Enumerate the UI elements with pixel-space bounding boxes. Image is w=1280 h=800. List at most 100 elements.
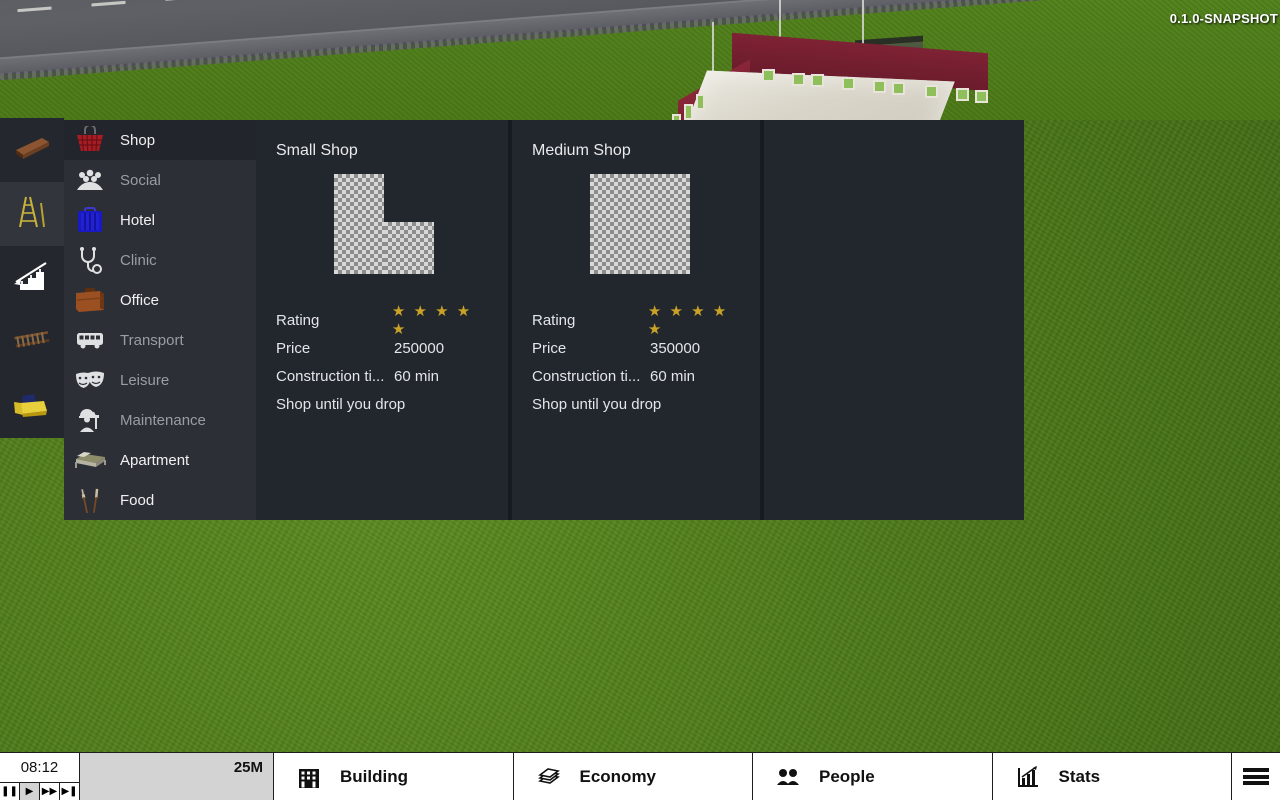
category-item-label: Office [120, 291, 159, 309]
category-item-leisure[interactable]: Leisure [64, 360, 256, 400]
price-row: Price 350000 [532, 334, 748, 362]
construction-time-value: 60 min [394, 367, 440, 385]
worker-icon [72, 404, 108, 436]
stairs-icon [12, 260, 52, 297]
beam-tool[interactable] [0, 118, 64, 182]
bottom-toolbar[interactable]: 08:12 ❚❚ ▶ ▶▶ ▶❚ 25M Building Economy Pe… [0, 752, 1280, 800]
rating-label: Rating [532, 311, 576, 329]
ladder-tool[interactable] [0, 182, 64, 246]
money-stack-icon [536, 764, 562, 790]
category-item-label: Clinic [120, 251, 157, 269]
building-window [762, 69, 775, 82]
steel-beam-icon [12, 134, 52, 167]
building-window [792, 73, 805, 86]
category-item-hotel[interactable]: Hotel [64, 200, 256, 240]
price-row: Price 250000 [276, 334, 492, 362]
building-window [925, 85, 938, 98]
building-window [956, 88, 969, 101]
card-thumbnail [276, 174, 492, 282]
pause-button[interactable]: ❚❚ [0, 783, 20, 800]
tab-people[interactable]: People [753, 753, 993, 800]
fast-forward-button[interactable]: ▶▶ [40, 783, 60, 800]
briefcase-icon [72, 284, 108, 316]
price-label: Price [532, 339, 567, 357]
construction-time-label: Construction ti... [276, 367, 385, 385]
rating-stars: ★ ★ ★ ★ ★ [647, 303, 729, 338]
hamburger-bar [1243, 768, 1269, 772]
building-window [811, 74, 824, 87]
construction-time-label: Construction ti... [532, 367, 641, 385]
track-tool[interactable] [0, 310, 64, 374]
building-window [975, 90, 988, 103]
version-label: 0.1.0-SNAPSHOT [1169, 11, 1278, 26]
rating-row: Rating ★ ★ ★ ★ ★ [276, 303, 492, 338]
people-icon [775, 764, 801, 790]
game-clock: 08:12 [0, 753, 79, 782]
ladder-icon [17, 195, 47, 234]
bus-icon [72, 324, 108, 356]
category-item-label: Transport [120, 331, 184, 349]
price-value: 350000 [650, 339, 701, 357]
card-thumbnail [532, 174, 748, 282]
stethoscope-icon [72, 244, 108, 276]
stairs-tool[interactable] [0, 246, 64, 310]
rating-label: Rating [276, 311, 320, 329]
category-item-label: Leisure [120, 371, 170, 389]
catalog-card[interactable]: Small Shop Rating ★ ★ ★ ★ ★ Price 250000… [256, 120, 512, 520]
tab-stats[interactable]: Stats [992, 753, 1232, 800]
tab-stats-label: Stats [1058, 766, 1101, 786]
building-window [873, 80, 886, 93]
category-item-clinic[interactable]: Clinic [64, 240, 256, 280]
category-item-maintenance[interactable]: Maintenance [64, 400, 256, 440]
category-item-transport[interactable]: Transport [64, 320, 256, 360]
shopping-basket-icon [72, 124, 108, 156]
speed-controls[interactable]: ❚❚ ▶ ▶▶ ▶❚ [0, 782, 79, 800]
category-item-social[interactable]: Social [64, 160, 256, 200]
bulldozer-icon [12, 389, 52, 424]
cutlery-icon [72, 484, 108, 516]
building-window [696, 94, 705, 110]
tab-people-label: People [819, 766, 875, 786]
bulldozer-tool[interactable] [0, 374, 64, 438]
construction-time-value: 60 min [650, 367, 696, 385]
construction-time-row: Construction ti... 60 min [532, 362, 748, 390]
building-window [892, 82, 905, 95]
category-item-label: Food [120, 491, 155, 509]
price-value: 250000 [394, 339, 445, 357]
bed-icon [72, 444, 108, 476]
tool-rail[interactable] [0, 118, 64, 438]
category-item-office[interactable]: Office [64, 280, 256, 320]
category-item-label: Social [120, 171, 161, 189]
category-item-label: Shop [120, 131, 156, 149]
price-label: Price [276, 339, 311, 357]
building-catalog-panel[interactable]: Small Shop Rating ★ ★ ★ ★ ★ Price 250000… [256, 120, 1024, 520]
category-item-apartment[interactable]: Apartment [64, 440, 256, 480]
category-item-label: Maintenance [120, 411, 206, 429]
catalog-card[interactable]: Medium Shop Rating ★ ★ ★ ★ ★ Price 35000… [512, 120, 768, 520]
building-icon [296, 764, 322, 790]
card-description: Shop until you drop [532, 396, 662, 413]
tab-building[interactable]: Building [274, 753, 514, 800]
crowd-icon [72, 164, 108, 196]
hamburger-bar [1243, 781, 1269, 785]
hamburger-menu-icon[interactable] [1232, 753, 1280, 800]
play-button[interactable]: ▶ [20, 783, 40, 800]
category-item-shop[interactable]: Shop [64, 120, 256, 160]
card-description: Shop until you drop [276, 396, 406, 413]
category-item-label: Hotel [120, 211, 156, 229]
card-title: Medium Shop [532, 142, 631, 159]
category-item-food[interactable]: Food [64, 480, 256, 520]
tab-economy-label: Economy [579, 766, 657, 786]
tab-building-label: Building [340, 766, 408, 786]
rating-row: Rating ★ ★ ★ ★ ★ [532, 303, 748, 338]
catalog-card-empty [768, 120, 1024, 520]
building-window [842, 77, 855, 90]
skip-button[interactable]: ▶❚ [60, 783, 79, 800]
category-item-label: Apartment [120, 451, 190, 469]
theater-masks-icon [72, 364, 108, 396]
card-divider [760, 120, 764, 520]
railroad-track-icon [12, 328, 52, 357]
category-menu[interactable]: Shop Social Hotel Clinic Office Transpor… [64, 120, 256, 520]
card-title: Small Shop [276, 142, 358, 159]
tab-economy[interactable]: Economy [513, 753, 753, 800]
